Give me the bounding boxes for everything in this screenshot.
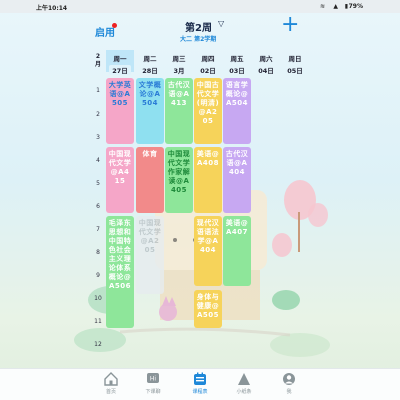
nav-chat[interactable]: Hi 下课聊: [138, 369, 168, 395]
period-number: 11: [94, 318, 102, 325]
signal-icon: ▲: [333, 3, 338, 10]
day-date: 03日: [229, 67, 245, 75]
month-label: 2 月: [91, 50, 105, 72]
day-name: 周日: [288, 55, 302, 63]
day-name: 周二: [143, 55, 157, 63]
chat-icon: Hi: [147, 373, 159, 383]
nav-notes[interactable]: 小纸条: [229, 369, 259, 395]
day-date: 04日: [258, 67, 274, 75]
course-block[interactable]: 身体与健康@A505: [194, 290, 222, 328]
course-block[interactable]: 古代汉语@A404: [223, 147, 251, 213]
course-text: 现代汉语语法学@A404: [196, 219, 220, 254]
battery-level: 79%: [348, 3, 363, 10]
timetable-screen: 上午10:14 ≋ ▲ ▮ 79% 启用 第2周 ▽ 大二 第2学期 + 2 月…: [0, 0, 400, 400]
day-name: 周一: [113, 55, 127, 63]
svg-text:Hi: Hi: [150, 376, 157, 383]
period-number: 7: [96, 226, 100, 233]
course-block[interactable]: 文学概论@A504: [136, 78, 164, 144]
period-number: 10: [94, 295, 102, 302]
course-text: 美语@A407: [225, 219, 249, 236]
nav-label: 下课聊: [145, 389, 161, 395]
course-block[interactable]: 中国现代文学@A415: [106, 147, 134, 213]
nav-schedule[interactable]: 课程表: [185, 369, 215, 395]
course-block[interactable]: 中国古代文学(明清)@A205: [194, 78, 222, 144]
status-bar: 上午10:14 ≋ ▲ ▮ 79%: [0, 0, 400, 13]
course-block[interactable]: 大学英语@A505: [106, 78, 134, 144]
nav-label: 课程表: [192, 389, 208, 395]
course-block[interactable]: 毛泽东思想和中国特色社会主义理论体系概论@A506: [106, 216, 134, 328]
course-text: 体育: [142, 150, 158, 158]
day-header-sat: 周六 04日: [252, 50, 280, 75]
course-text: 文学概论@A504: [138, 81, 162, 107]
term-label: 大二 第2学期: [180, 36, 217, 43]
course-block[interactable]: 美语@A408: [194, 147, 222, 213]
day-header-tue: 周二 28日: [136, 50, 164, 75]
add-course-button[interactable]: +: [281, 14, 299, 36]
notification-dot: [112, 23, 117, 28]
nav-label: 小纸条: [236, 389, 252, 395]
course-text: 毛泽东思想和中国特色社会主义理论体系概论@A506: [108, 219, 132, 290]
period-number: 5: [96, 180, 100, 187]
course-text: 大学英语@A505: [108, 81, 132, 107]
course-block[interactable]: 美语@A407: [223, 216, 251, 286]
course-text: 中国现代文学作家解读@A405: [167, 150, 191, 194]
course-text: 中国现代文学@A205: [138, 219, 162, 254]
user-icon: [283, 373, 295, 385]
nav-label: 我: [286, 389, 292, 395]
nav-me[interactable]: 我: [274, 369, 304, 395]
course-text: 身体与健康@A505: [196, 293, 220, 319]
chevron-down-icon[interactable]: ▽: [218, 19, 224, 28]
day-date: 05日: [287, 67, 303, 75]
day-date: 27日: [109, 65, 131, 75]
day-header-mon: 周一 27日: [106, 50, 134, 75]
period-number: 9: [96, 272, 100, 279]
course-text: 古代汉语@A404: [225, 150, 249, 176]
period-number: 6: [96, 203, 100, 210]
day-name: 周六: [259, 55, 273, 63]
course-text: 中国现代文学@A415: [108, 150, 132, 185]
nav-label: 首页: [105, 389, 116, 395]
course-block[interactable]: 古代汉语@A413: [165, 78, 193, 144]
day-date: 02日: [200, 67, 216, 75]
day-header-sun: 周日 05日: [281, 50, 309, 75]
nav-home[interactable]: 首页: [96, 369, 126, 395]
week-selector[interactable]: 第2周: [185, 19, 212, 34]
period-number: 1: [96, 87, 100, 94]
course-text: 中国古代文学(明清)@A205: [196, 81, 220, 125]
status-time: 上午10:14: [36, 5, 68, 12]
battery-icon: ▮: [344, 3, 348, 10]
note-icon: [238, 373, 250, 385]
day-header-wed: 周三 3月: [165, 50, 193, 75]
course-block[interactable]: 体育: [136, 147, 164, 213]
course-text: 古代汉语@A413: [167, 81, 191, 107]
course-text: 语言学概论@A504: [225, 81, 249, 107]
course-block[interactable]: 现代汉语语法学@A404: [194, 216, 222, 286]
day-name: 周四: [201, 55, 215, 63]
header: 启用 第2周 ▽ 大二 第2学期 +: [0, 13, 400, 47]
wifi-icon: ≋: [319, 3, 325, 10]
day-date: 3月: [173, 67, 185, 75]
schedule-icon: [194, 372, 206, 385]
period-number: 4: [96, 157, 100, 164]
day-header-fri: 周五 03日: [223, 50, 251, 75]
course-text: 美语@A408: [196, 150, 220, 167]
bottom-nav: 首页 Hi 下课聊 课程表 小纸条 我: [0, 368, 400, 400]
period-number: 3: [96, 134, 100, 141]
day-header-thu: 周四 02日: [194, 50, 222, 75]
home-icon: [104, 372, 118, 386]
period-number: 12: [94, 341, 102, 348]
day-name: 周三: [172, 55, 186, 63]
period-number: 8: [96, 249, 100, 256]
course-block[interactable]: 语言学概论@A504: [223, 78, 251, 144]
course-block[interactable]: 中国现代文学作家解读@A405: [165, 147, 193, 213]
month-text: 2 月: [94, 53, 101, 68]
day-date: 28日: [142, 67, 158, 75]
course-block[interactable]: 中国现代文学@A205: [136, 216, 164, 294]
period-number: 2: [96, 111, 100, 118]
day-name: 周五: [230, 55, 244, 63]
